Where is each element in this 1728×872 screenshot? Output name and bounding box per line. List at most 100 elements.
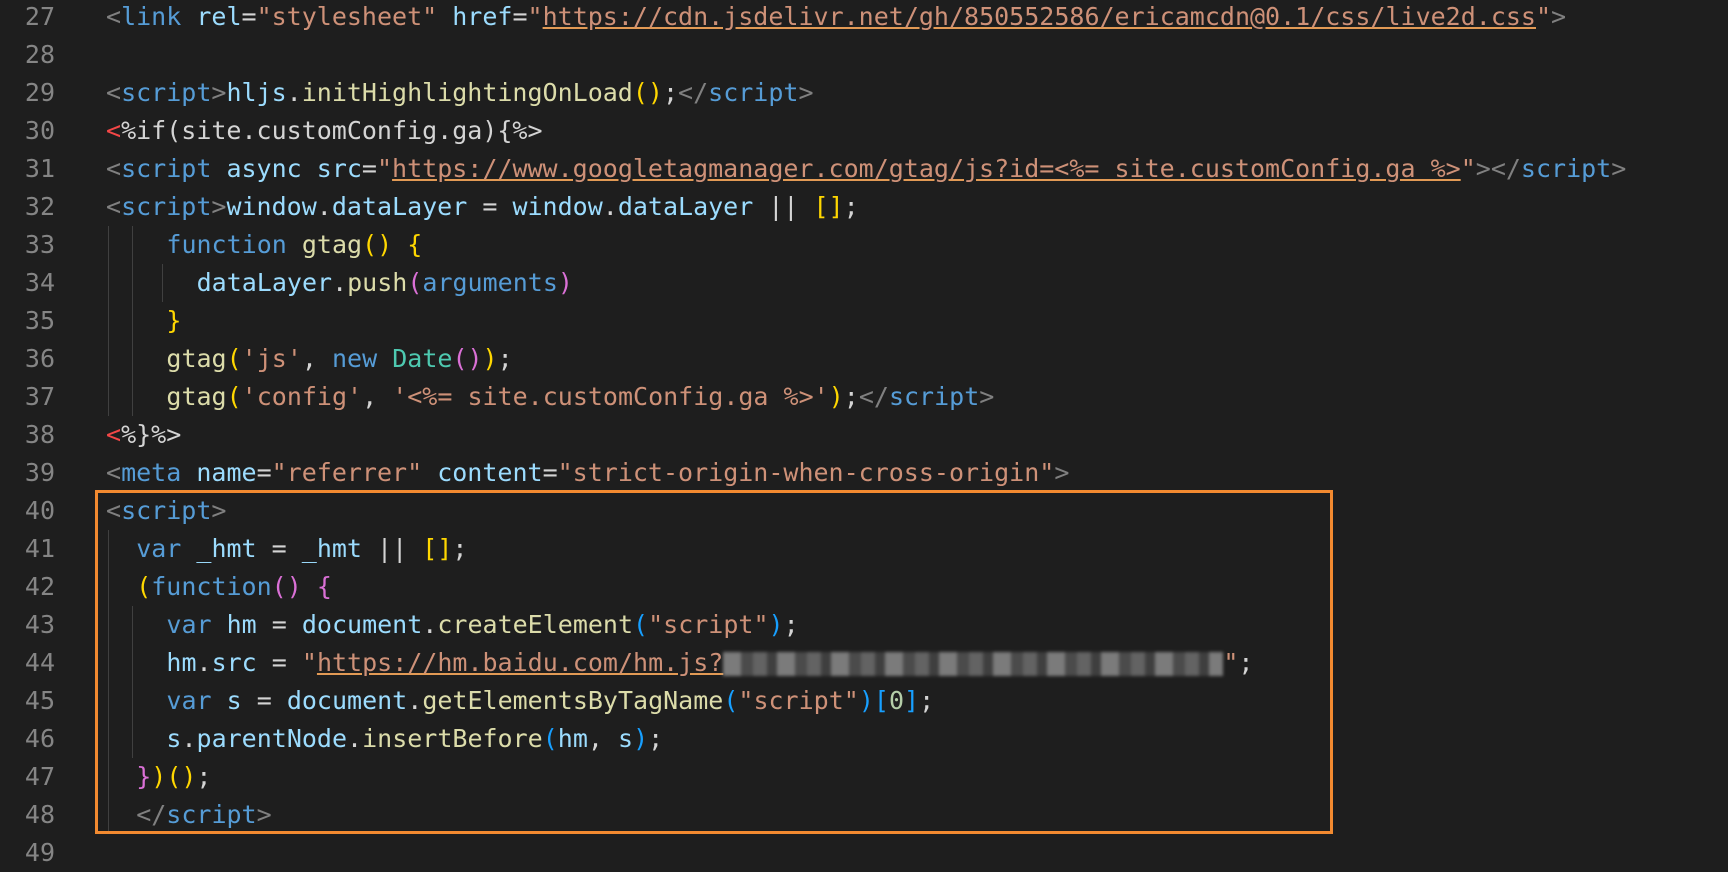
code-line[interactable]: 38 <%}%> xyxy=(0,416,1728,454)
code-token: . xyxy=(181,724,197,753)
code-token: > xyxy=(256,800,272,829)
code-line[interactable]: 46 s.parentNode.insertBefore(hm, s); xyxy=(0,720,1728,758)
code-line[interactable]: 29 <script>hljs.initHighlightingOnLoad();… xyxy=(0,74,1728,112)
code-text: var s = document.getElementsByTagName("s… xyxy=(166,682,934,720)
code-token: . xyxy=(407,686,423,715)
line-number: 28 xyxy=(24,40,55,69)
code-line[interactable]: 33 function gtag() { xyxy=(0,226,1728,264)
code-token: = xyxy=(542,458,558,487)
code-token: ( xyxy=(723,686,739,715)
code-line[interactable]: 37 gtag('config', '<%= site.customConfig.… xyxy=(0,378,1728,416)
code-line[interactable]: 43 var hm = document.createElement("scrip… xyxy=(0,606,1728,644)
code-token: script xyxy=(166,800,257,829)
code-token: < xyxy=(106,420,122,449)
code-line[interactable]: 47})(); xyxy=(0,758,1728,796)
code-token: ; xyxy=(783,610,799,639)
line-number: 40 xyxy=(24,496,55,525)
code-line[interactable]: 31 <script async src="https://www.googlet… xyxy=(0,150,1728,188)
code-token: content xyxy=(437,458,543,487)
indent-guide xyxy=(108,682,109,720)
code-text: s.parentNode.insertBefore(hm, s); xyxy=(166,720,663,758)
line-number: 33 xyxy=(24,230,55,259)
code-token: } xyxy=(166,306,182,335)
code-token: = xyxy=(241,2,257,31)
indent-guide xyxy=(108,302,109,340)
code-token: > xyxy=(211,496,227,525)
code-token: hm xyxy=(226,610,257,639)
code-token: ) xyxy=(557,268,573,297)
code-token: ; xyxy=(843,382,859,411)
code-line[interactable]: 42 (function() { xyxy=(0,568,1728,606)
code-line[interactable]: 28 xyxy=(0,36,1728,74)
code-text: <%}%> xyxy=(106,416,181,454)
code-token: createElement xyxy=(437,610,634,639)
code-token: " xyxy=(376,154,393,183)
code-token: || xyxy=(362,534,423,563)
code-line[interactable]: 35} xyxy=(0,302,1728,340)
code-line[interactable]: 45 var s = document.getElementsByTagName(… xyxy=(0,682,1728,720)
code-token: https://cdn.jsdelivr.net/gh/850552586/er… xyxy=(542,2,1536,31)
code-token: ( xyxy=(226,382,242,411)
code-text: <meta name="referrer" content="strict-or… xyxy=(106,454,1069,492)
code-token: parentNode xyxy=(196,724,348,753)
code-token: , xyxy=(301,344,332,373)
indent-guide xyxy=(108,644,109,682)
code-line[interactable]: 30 <%if(site.customConfig.ga){%> xyxy=(0,112,1728,150)
code-line[interactable]: 39 <meta name="referrer" content="strict-… xyxy=(0,454,1728,492)
code-token: ; xyxy=(919,686,935,715)
code-token: { xyxy=(407,230,423,259)
line-number: 32 xyxy=(24,192,55,221)
code-token: ; xyxy=(497,344,513,373)
code-token: { xyxy=(316,572,332,601)
code-token: . xyxy=(332,268,348,297)
code-line[interactable]: 41 var _hmt = _hmt || []; xyxy=(0,530,1728,568)
code-token: hm xyxy=(166,648,197,677)
code-token: 'config' xyxy=(241,382,363,411)
code-token: ; xyxy=(843,192,859,221)
code-token: = xyxy=(467,192,513,221)
code-line[interactable]: 32 <script>window.dataLayer = window.data… xyxy=(0,188,1728,226)
line-number: 37 xyxy=(24,382,55,411)
line-number: 35 xyxy=(24,306,55,335)
code-token: > xyxy=(1054,458,1070,487)
code-token: || xyxy=(753,192,814,221)
code-token: %if(site.customConfig.ga){%> xyxy=(121,116,543,145)
code-token: . xyxy=(347,724,363,753)
code-line[interactable]: 40 <script> xyxy=(0,492,1728,530)
code-token: < xyxy=(106,496,122,525)
code-token: "script" xyxy=(648,610,769,639)
code-line[interactable]: 44 hm.src = "https://hm.baidu.com/hm.js? "… xyxy=(0,644,1728,682)
code-token: " xyxy=(527,2,543,31)
code-token: < xyxy=(106,192,122,221)
code-token: name xyxy=(196,458,257,487)
code-line[interactable]: 27 <link rel="stylesheet" href="https://c… xyxy=(0,0,1728,36)
code-token: '<%= site.customConfig.ga %>' xyxy=(392,382,829,411)
code-token: > xyxy=(1611,154,1627,183)
code-token: 0 xyxy=(888,686,905,715)
line-number: 42 xyxy=(24,572,55,601)
code-token: gtag xyxy=(166,382,227,411)
code-token: = xyxy=(256,610,302,639)
code-token: " xyxy=(1535,2,1552,31)
code-token: getElementsByTagName xyxy=(422,686,724,715)
code-line[interactable]: 49 xyxy=(0,834,1728,872)
code-line[interactable]: 48 </script> xyxy=(0,796,1728,834)
code-token: "strict-origin-when-cross-origin" xyxy=(557,458,1055,487)
code-token: meta xyxy=(121,458,182,487)
code-line[interactable]: 36 gtag('js', new Date()); xyxy=(0,340,1728,378)
code-text: <script> xyxy=(106,492,226,530)
code-token: < xyxy=(106,154,122,183)
code-line[interactable]: 34 dataLayer.push(arguments) xyxy=(0,264,1728,302)
code-token: script xyxy=(121,154,212,183)
indent-guide xyxy=(132,264,134,302)
code-token: https://www.googletagmanager.com/gtag/js… xyxy=(392,154,1461,183)
code-token: var xyxy=(136,534,182,563)
code-token: script xyxy=(121,496,212,525)
code-editor[interactable]: 27 <link rel="stylesheet" href="https://c… xyxy=(0,0,1728,872)
